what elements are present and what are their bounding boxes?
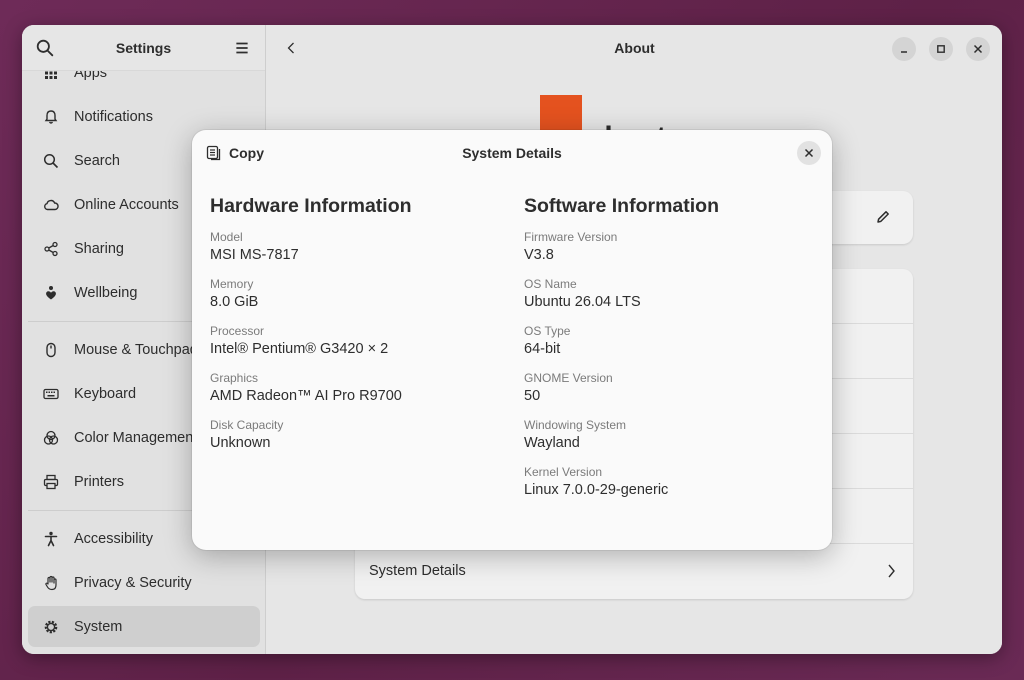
- field-label: Graphics: [210, 371, 259, 385]
- hardware-heading: Hardware Information: [210, 195, 412, 217]
- copy-icon: [206, 145, 221, 161]
- search-icon[interactable]: [36, 39, 54, 57]
- field-kernel-version: Kernel Version Linux 7.0.0-29-generic: [524, 465, 814, 512]
- field-value: 64-bit: [524, 341, 561, 357]
- field-label: OS Type: [524, 324, 571, 338]
- hamburger-menu-icon[interactable]: [233, 39, 251, 57]
- field-value: V3.8: [524, 247, 554, 263]
- field-os-type: OS Type 64-bit: [524, 324, 814, 371]
- field-value: Unknown: [210, 435, 271, 451]
- sidebar-title: Settings: [115, 39, 172, 56]
- field-value: 8.0 GiB: [210, 294, 259, 310]
- field-disk-capacity: Disk Capacity Unknown: [210, 418, 510, 465]
- field-value: MSI MS-7817: [210, 247, 299, 263]
- field-label: Windowing System: [524, 418, 627, 432]
- field-model: Model MSI MS-7817: [210, 230, 510, 277]
- field-label: Firmware Version: [524, 230, 618, 244]
- field-memory: Memory 8.0 GiB: [210, 277, 510, 324]
- copy-button[interactable]: Copy: [206, 142, 264, 164]
- hardware-section: Hardware Information Model MSI MS-7817 M…: [210, 194, 510, 465]
- copy-label: Copy: [229, 145, 264, 161]
- dialog-close-button[interactable]: [797, 141, 821, 165]
- software-section: Software Information Firmware Version V3…: [524, 194, 814, 512]
- field-value: Linux 7.0.0-29-generic: [524, 482, 669, 498]
- close-icon: [804, 148, 814, 158]
- sidebar-header: Settings: [22, 25, 265, 71]
- field-os-name: OS Name Ubuntu 26.04 LTS: [524, 277, 814, 324]
- field-windowing-system: Windowing System Wayland: [524, 418, 814, 465]
- field-label: Memory: [210, 277, 254, 291]
- field-value: Ubuntu 26.04 LTS: [524, 294, 641, 310]
- dialog-title: System Details: [462, 145, 562, 161]
- field-value: Wayland: [524, 435, 580, 451]
- dialog-header: Copy System Details: [192, 130, 832, 176]
- field-label: Disk Capacity: [210, 418, 284, 432]
- field-label: GNOME Version: [524, 371, 613, 385]
- field-value: Intel® Pentium® G3420 × 2: [210, 341, 389, 357]
- field-label: Processor: [210, 324, 265, 338]
- field-gnome-version: GNOME Version 50: [524, 371, 814, 418]
- field-label: OS Name: [524, 277, 577, 291]
- field-value: 50: [524, 388, 541, 404]
- system-details-dialog: Copy System Details Hardware Information…: [192, 130, 832, 550]
- field-firmware-version: Firmware Version V3.8: [524, 230, 814, 277]
- field-label: Model: [210, 230, 243, 244]
- software-heading: Software Information: [524, 195, 720, 217]
- field-label: Kernel Version: [524, 465, 603, 479]
- field-graphics: Graphics AMD Radeon™ AI Pro R9700: [210, 371, 510, 418]
- field-value: AMD Radeon™ AI Pro R9700: [210, 388, 402, 404]
- field-processor: Processor Intel® Pentium® G3420 × 2: [210, 324, 510, 371]
